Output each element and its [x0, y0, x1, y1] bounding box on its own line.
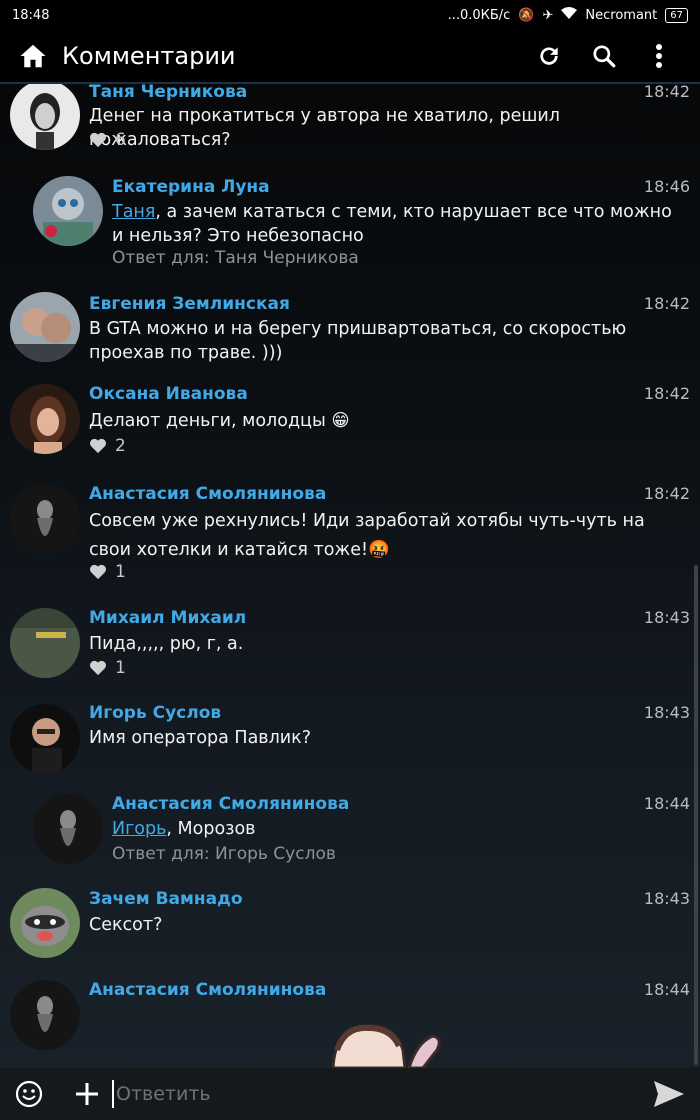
comment-item[interactable]: Зачем Вамнадо 18:43 Сексот?	[0, 884, 700, 974]
like-count: 2	[115, 436, 126, 456]
refresh-icon[interactable]	[535, 42, 563, 70]
comment-time: 18:44	[643, 980, 690, 999]
author-name[interactable]: Анастасия Смолянинова	[89, 980, 326, 1000]
avatar[interactable]	[33, 176, 103, 246]
mute-icon: 🔕	[518, 7, 535, 23]
comment-text: Пида,,,,, рю, г, а.	[89, 634, 244, 654]
status-time: 18:48	[12, 7, 50, 23]
comment-text: Таня, а зачем кататься с теми, кто наруш…	[112, 202, 672, 246]
avatar[interactable]	[10, 84, 80, 150]
app-toolbar: Комментарии	[0, 30, 700, 84]
avatar[interactable]	[10, 484, 80, 554]
comment-time: 18:43	[643, 703, 690, 722]
comment-time: 18:46	[643, 177, 690, 196]
avatar[interactable]	[10, 384, 80, 454]
avatar[interactable]	[10, 980, 80, 1050]
comment-item[interactable]: Игорь Суслов 18:43 Имя оператора Павлик?	[0, 696, 700, 776]
comment-time: 18:43	[643, 889, 690, 908]
avatar[interactable]	[33, 794, 103, 864]
scrollbar[interactable]	[694, 565, 698, 1065]
author-name[interactable]: Екатерина Луна	[112, 177, 270, 197]
author-name[interactable]: Игорь Суслов	[89, 703, 221, 723]
airplane-icon: ✈	[542, 7, 554, 23]
comment-item-reply[interactable]: Анастасия Смолянинова 18:44 Игорь, Мороз…	[0, 788, 700, 884]
comment-time: 18:42	[643, 294, 690, 313]
status-bar: 18:48 ...0.0КБ/с 🔕 ✈ Necromant 67	[0, 0, 700, 30]
avatar[interactable]	[10, 292, 80, 362]
like-button[interactable]: 6	[89, 130, 126, 150]
home-icon[interactable]	[18, 41, 48, 71]
comment-list[interactable]: Таня Черникова 18:42 Денег на прокатитьс…	[0, 84, 700, 1068]
comment-text: Игорь, Морозов	[112, 819, 256, 839]
like-count: 6	[115, 130, 126, 150]
search-icon[interactable]	[590, 42, 618, 70]
author-name[interactable]: Михаил Михаил	[89, 608, 246, 628]
author-name[interactable]: Зачем Вамнадо	[89, 889, 243, 909]
like-count: 1	[115, 562, 126, 582]
page-title: Комментарии	[62, 42, 236, 70]
comment-item[interactable]: Оксана Иванова 18:42 Делают деньги, моло…	[0, 374, 700, 474]
like-button[interactable]: 1	[89, 562, 126, 582]
comment-text: Делают деньги, молодцы 😁	[89, 411, 350, 431]
comment-time: 18:42	[643, 384, 690, 403]
wifi-icon	[561, 7, 578, 23]
reply-to-label[interactable]: Ответ для: Игорь Суслов	[112, 844, 336, 864]
battery-level: 67	[665, 7, 688, 23]
comment-time: 18:44	[643, 794, 690, 813]
comment-item[interactable]: Таня Черникова 18:42 Денег на прокатитьс…	[0, 84, 700, 174]
like-button[interactable]: 1	[89, 658, 126, 678]
more-vert-icon[interactable]	[645, 42, 673, 70]
heart-icon	[90, 660, 106, 676]
comment-time: 18:43	[643, 608, 690, 627]
avatar[interactable]	[10, 888, 80, 958]
author-name[interactable]: Анастасия Смолянинова	[89, 484, 326, 504]
reply-input[interactable]	[112, 1080, 652, 1108]
like-count: 1	[115, 658, 126, 678]
comment-text: В GTA можно и на берегу пришвартоваться,…	[89, 319, 627, 363]
comment-time: 18:42	[643, 84, 690, 101]
mention-link[interactable]: Игорь	[112, 819, 166, 839]
mention-link[interactable]: Таня	[112, 202, 155, 222]
heart-icon	[90, 564, 106, 580]
heart-icon	[90, 132, 106, 148]
comment-item[interactable]: Анастасия Смолянинова 18:42 Совсем уже р…	[0, 474, 700, 594]
heart-icon	[90, 438, 106, 454]
reply-to-label[interactable]: Ответ для: Таня Черникова	[112, 248, 359, 268]
author-name[interactable]: Евгения Землинская	[89, 294, 290, 314]
comment-time: 18:42	[643, 484, 690, 503]
comment-text: Совсем уже рехнулись! Иди заработай хотя…	[89, 511, 645, 560]
composer-bar	[0, 1068, 700, 1120]
comment-text: Имя оператора Павлик?	[89, 728, 312, 748]
author-name[interactable]: Анастасия Смолянинова	[112, 794, 349, 814]
sticker-image	[331, 1024, 441, 1068]
avatar[interactable]	[10, 704, 80, 774]
avatar[interactable]	[10, 608, 80, 678]
send-icon[interactable]	[652, 1079, 686, 1109]
comment-item[interactable]: Евгения Землинская 18:42 В GTA можно и н…	[0, 284, 700, 374]
carrier-name: Necromant	[585, 7, 658, 23]
comment-text: Денег на прокатиться у автора не хватило…	[89, 106, 560, 150]
emoji-icon[interactable]	[14, 1079, 44, 1109]
comment-item-reply[interactable]: Екатерина Луна 18:46 Таня, а зачем катат…	[0, 174, 700, 284]
comment-text: Сексот?	[89, 915, 163, 935]
network-speed: ...0.0КБ/с	[447, 7, 511, 23]
like-button[interactable]: 2	[89, 436, 126, 456]
comment-item[interactable]: Михаил Михаил 18:43 Пида,,,,, рю, г, а. …	[0, 598, 700, 698]
plus-icon[interactable]	[74, 1081, 100, 1107]
author-name[interactable]: Оксана Иванова	[89, 384, 248, 404]
author-name[interactable]: Таня Черникова	[89, 84, 247, 102]
